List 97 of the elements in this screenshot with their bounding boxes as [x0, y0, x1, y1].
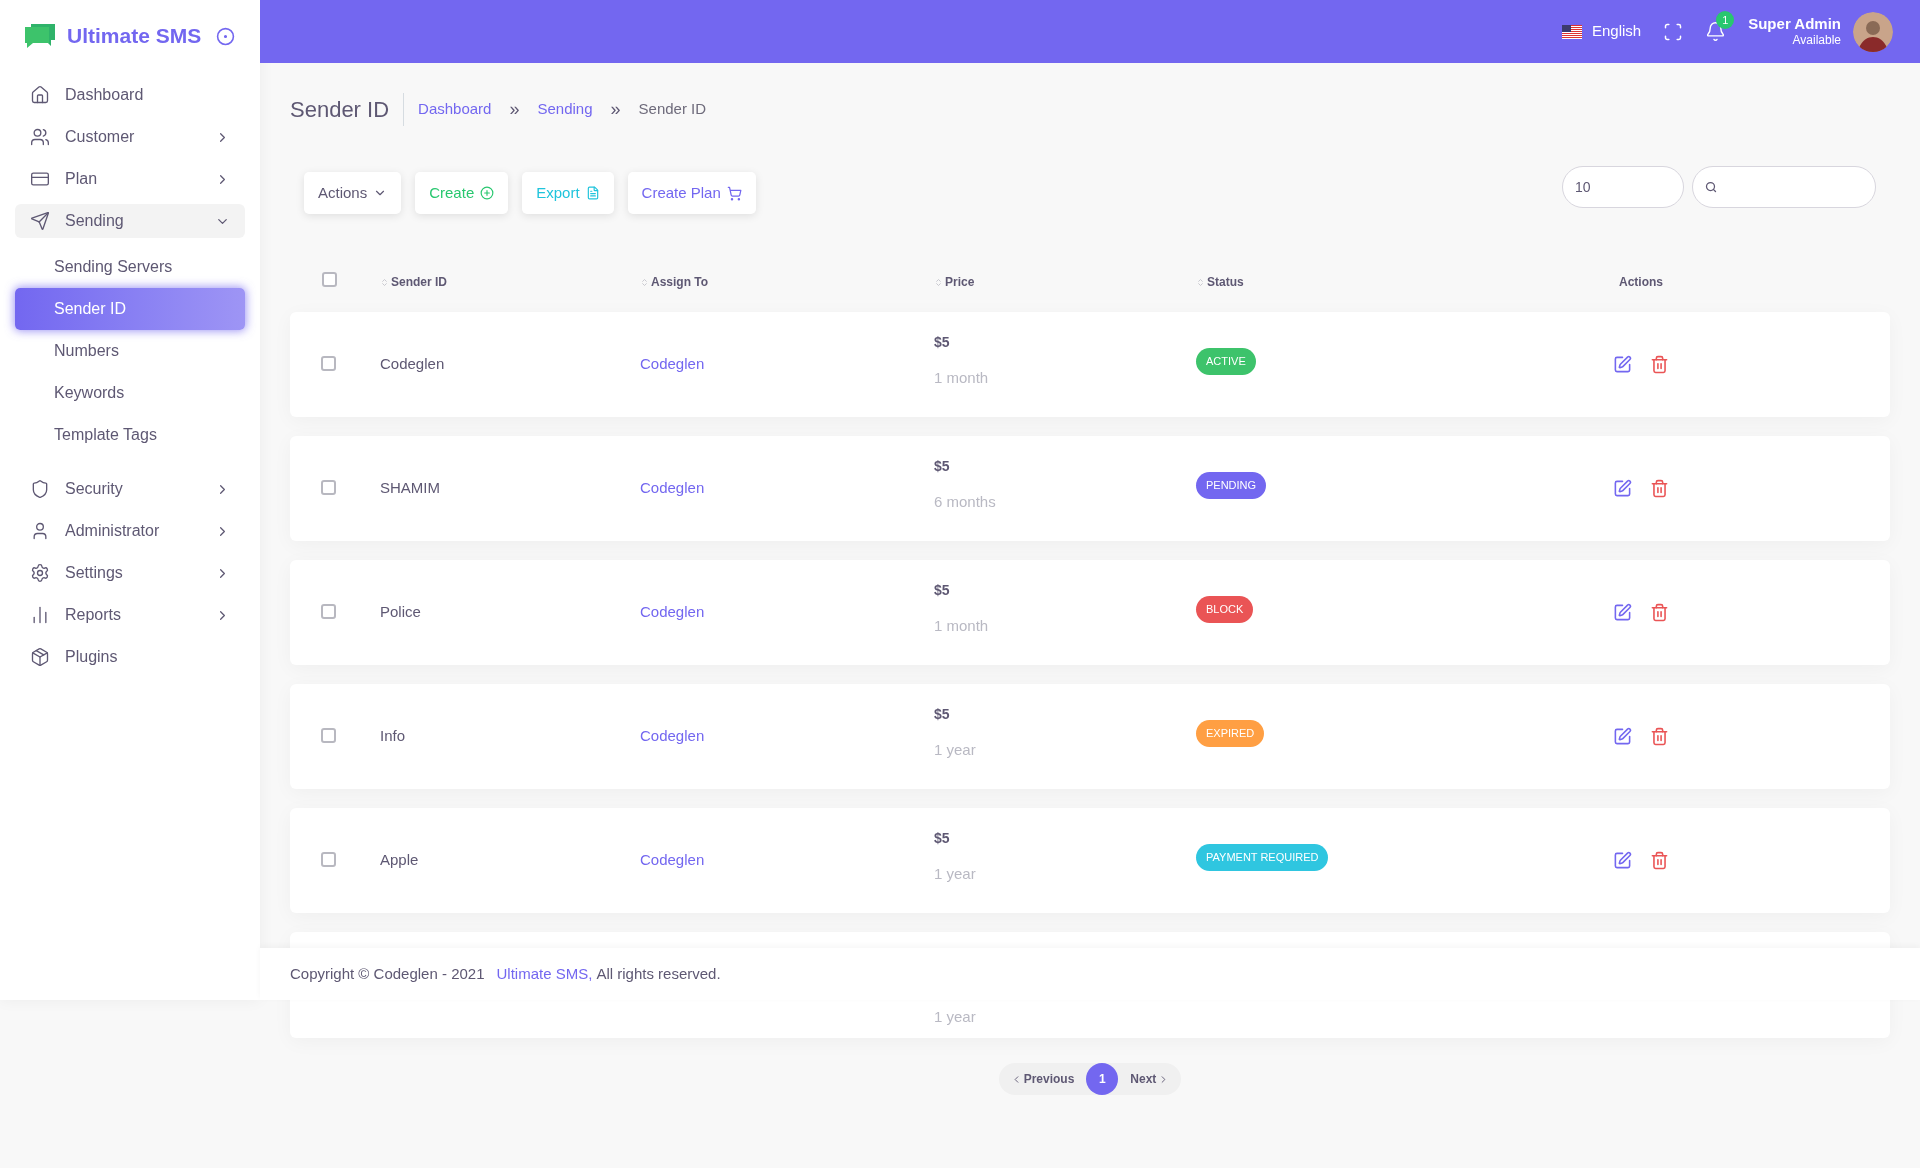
- sender-id-cell: Apple: [380, 851, 419, 869]
- status-badge: ACTIVE: [1196, 348, 1256, 375]
- sender-id-cell: Codeglen: [380, 355, 445, 373]
- sidebar-subitem[interactable]: Template Tags: [15, 414, 245, 456]
- sidebar-item[interactable]: Administrator: [15, 514, 245, 548]
- delete-icon[interactable]: [1650, 727, 1669, 746]
- copyright-text: Copyright © Codeglen - 2021: [290, 963, 485, 984]
- price-amount: $5: [934, 828, 951, 848]
- column-header: Price: [945, 274, 975, 291]
- delete-icon[interactable]: [1650, 479, 1669, 498]
- assign-to-link[interactable]: Codeglen: [640, 603, 705, 621]
- document-icon: [585, 186, 600, 200]
- cart-icon: [726, 185, 742, 201]
- page-number-button[interactable]: 1: [1086, 1063, 1119, 1095]
- sender-id-cell: SHAMIM: [380, 479, 440, 497]
- toolbar-button[interactable]: Create Plan: [627, 172, 756, 214]
- price-amount: $5: [934, 456, 951, 476]
- breadcrumb-link[interactable]: Sending: [537, 98, 593, 121]
- sidebar-item[interactable]: Dashboard: [15, 78, 245, 112]
- fullscreen-icon[interactable]: [1663, 21, 1684, 42]
- sidebar-item[interactable]: Plugins: [15, 640, 245, 674]
- delete-icon[interactable]: [1650, 355, 1669, 374]
- plus-circle-icon: [480, 186, 495, 200]
- delete-icon[interactable]: [1650, 851, 1669, 870]
- status-badge: PAYMENT REQUIRED: [1196, 844, 1329, 871]
- status-badge: PENDING: [1196, 472, 1267, 499]
- user-status: Available: [1792, 33, 1841, 49]
- breadcrumb-separator: »: [610, 98, 621, 121]
- sidebar-subitem[interactable]: Numbers: [15, 330, 245, 372]
- language-selector[interactable]: English: [1592, 20, 1642, 43]
- checkbox[interactable]: [321, 604, 336, 620]
- users-icon: [30, 127, 50, 147]
- sidebar-item[interactable]: Settings: [15, 556, 245, 590]
- settings-icon: [30, 563, 50, 583]
- price-amount: $5: [934, 332, 951, 352]
- edit-icon[interactable]: [1613, 355, 1632, 374]
- edit-icon[interactable]: [1613, 603, 1632, 622]
- collapse-toggle-icon[interactable]: [216, 26, 235, 46]
- page-size-field[interactable]: 10: [1562, 166, 1684, 208]
- edit-icon[interactable]: [1613, 727, 1632, 746]
- checkbox[interactable]: [321, 356, 336, 372]
- search-icon: [1705, 181, 1717, 193]
- status-badge: BLOCK: [1196, 596, 1254, 623]
- price-period: 1 year: [934, 863, 977, 884]
- sidebar-subitem[interactable]: Sender ID: [15, 288, 245, 330]
- breadcrumb-link[interactable]: Dashboard: [418, 98, 492, 121]
- sidebar-subitem[interactable]: Sending Servers: [15, 246, 245, 288]
- sidebar-subitem[interactable]: Keywords: [15, 372, 245, 414]
- shield-icon: [30, 479, 50, 499]
- assign-to-link[interactable]: Codeglen: [640, 355, 705, 373]
- price-amount: $5: [934, 580, 951, 600]
- column-header: Actions: [1619, 274, 1663, 291]
- assign-to-link[interactable]: Codeglen: [640, 851, 705, 869]
- footer-link[interactable]: Ultimate SMS,: [496, 962, 593, 986]
- sidebar-item[interactable]: Security: [15, 472, 245, 506]
- user-avatar[interactable]: [1853, 11, 1893, 52]
- chat-bubbles-icon: [25, 24, 55, 48]
- edit-icon[interactable]: [1613, 479, 1632, 498]
- actions-dropdown[interactable]: Actions: [304, 172, 402, 214]
- assign-to-link[interactable]: Codeglen: [640, 479, 705, 497]
- previous-page-button[interactable]: Previous: [998, 1070, 1087, 1088]
- user-name: Super Admin: [1748, 14, 1841, 34]
- price-amount: $5: [934, 704, 951, 724]
- status-badge: EXPIRED: [1196, 720, 1265, 747]
- paper-plane-icon: [30, 211, 50, 231]
- home-icon: [30, 85, 50, 105]
- column-header: Sender ID: [391, 274, 447, 291]
- rights-text: All rights reserved.: [596, 963, 721, 984]
- assign-to-link[interactable]: Codeglen: [640, 727, 705, 745]
- page-title: Sender ID: [290, 93, 405, 126]
- price-period: 1 year: [934, 739, 977, 760]
- breadcrumb-separator: »: [509, 98, 520, 121]
- price-period: 1 year: [934, 1006, 976, 1027]
- column-header: Assign To: [651, 274, 709, 291]
- checkbox[interactable]: [321, 480, 336, 496]
- brand-name: Ultimate SMS: [67, 23, 202, 50]
- sender-id-cell: Police: [380, 603, 421, 621]
- sidebar-item[interactable]: Customer: [15, 120, 245, 154]
- price-period: 1 month: [934, 367, 990, 388]
- box-icon: [30, 647, 50, 667]
- notification-badge: 1: [1716, 11, 1735, 29]
- price-period: 6 months: [934, 491, 997, 512]
- us-flag-icon: [1562, 24, 1582, 39]
- sidebar-item[interactable]: Sending: [15, 204, 245, 238]
- sidebar-item[interactable]: Reports: [15, 598, 245, 632]
- breadcrumb-current: Sender ID: [638, 99, 707, 120]
- search-field[interactable]: [1692, 166, 1876, 208]
- delete-icon[interactable]: [1650, 603, 1669, 622]
- edit-icon[interactable]: [1613, 851, 1632, 870]
- sender-id-cell: Info: [380, 727, 406, 745]
- checkbox[interactable]: [321, 852, 336, 868]
- next-page-button[interactable]: Next: [1118, 1070, 1182, 1088]
- price-period: 1 month: [934, 615, 990, 636]
- column-header: Status: [1207, 274, 1244, 291]
- checkbox[interactable]: [322, 272, 337, 287]
- sidebar-item[interactable]: Plan: [15, 162, 245, 196]
- checkbox[interactable]: [321, 728, 336, 744]
